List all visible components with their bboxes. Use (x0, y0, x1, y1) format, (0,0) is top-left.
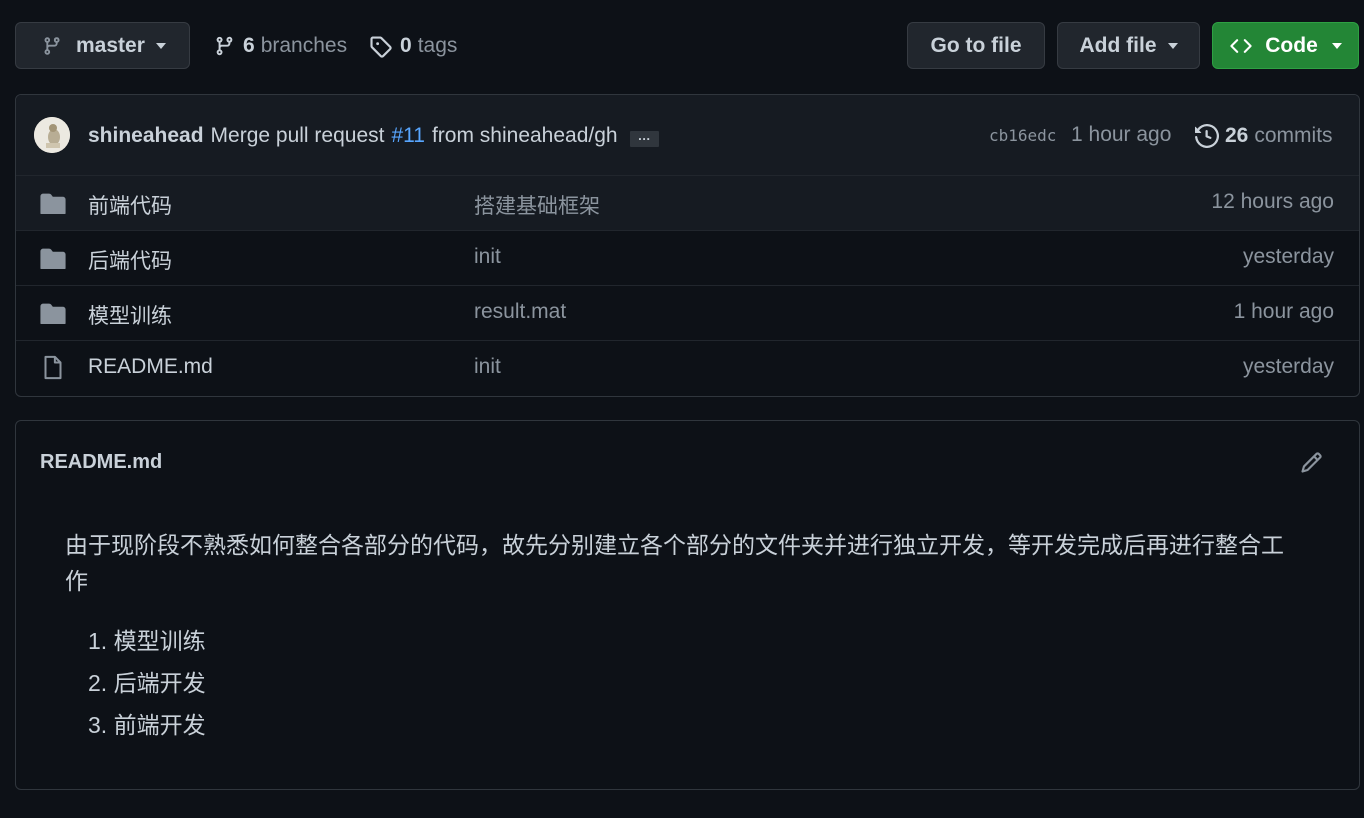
code-icon (1229, 35, 1253, 57)
file-commit-message[interactable]: init (474, 355, 501, 379)
branches-link[interactable]: 6 branches (214, 30, 347, 62)
branch-name: master (76, 33, 145, 57)
chevron-down-icon (1331, 42, 1342, 49)
readme-paragraph: 由于现阶段不熟悉如何整合各部分的代码，故先分别建立各个部分的文件夹并进行独立开发… (65, 532, 1284, 594)
commit-message-suffix[interactable]: from shineahead/gh (432, 124, 618, 148)
file-commit-time: 12 hours ago (1211, 190, 1334, 213)
history-icon (1195, 124, 1219, 148)
folder-icon (40, 192, 66, 214)
file-icon (43, 355, 63, 380)
readme-title[interactable]: README.md (40, 451, 162, 474)
file-name[interactable]: 模型训练 (88, 300, 172, 330)
latest-commit-row: shineahead Merge pull request #11 from s… (16, 95, 1359, 176)
list-item: 3. 前端开发 (88, 712, 206, 738)
commits-count: 26 (1225, 124, 1249, 147)
file-browser: shineahead Merge pull request #11 from s… (15, 94, 1360, 397)
file-commit-message[interactable]: init (474, 245, 501, 269)
file-name[interactable]: 后端代码 (88, 245, 172, 275)
file-commit-time: yesterday (1242, 355, 1334, 378)
commit-time[interactable]: 1 hour ago (1071, 123, 1171, 147)
file-commit-time: 1 hour ago (1233, 300, 1334, 323)
pull-request-link[interactable]: #11 (391, 124, 424, 148)
avatar[interactable] (34, 117, 70, 153)
file-row: 模型训练 result.mat 1 hour ago (16, 286, 1359, 341)
chevron-down-icon (1167, 42, 1178, 49)
add-file-button[interactable]: Add file (1057, 22, 1200, 69)
branches-count: 6 (243, 34, 255, 57)
readme-list: 1. 模型训练 2. 后端开发 3. 前端开发 (88, 620, 206, 746)
file-name[interactable]: 前端代码 (88, 190, 172, 220)
pencil-icon[interactable] (1300, 451, 1323, 474)
add-file-label: Add file (1079, 33, 1157, 57)
commit-summary: shineahead Merge pull request #11 from s… (88, 121, 659, 151)
repo-toolbar: master 6 branches 0 tags Go to file Add … (0, 0, 1364, 92)
file-row: README.md init yesterday (16, 341, 1359, 396)
file-commit-time: yesterday (1242, 245, 1334, 268)
commits-label: commits (1254, 124, 1333, 147)
commits-history-link[interactable]: 26 commits (1195, 121, 1333, 151)
tag-icon (369, 35, 392, 58)
list-item: 2. 后端开发 (88, 670, 206, 696)
file-row: 后端代码 init yesterday (16, 231, 1359, 286)
folder-icon (40, 247, 66, 269)
file-commit-message[interactable]: result.mat (474, 300, 566, 324)
readme-panel: README.md 由于现阶段不熟悉如何整合各部分的代码，故先分别建立各个部分的… (15, 420, 1360, 790)
branch-select-button[interactable]: master (15, 22, 190, 69)
list-item: 1. 模型训练 (88, 628, 206, 654)
chevron-down-icon (155, 42, 166, 49)
git-branch-icon (214, 34, 235, 58)
commit-message-prefix[interactable]: Merge pull request (211, 124, 385, 148)
tags-label: tags (417, 34, 458, 57)
commit-sha[interactable]: cb16edc (989, 126, 1056, 145)
code-button[interactable]: Code (1212, 22, 1359, 69)
folder-icon (40, 302, 66, 324)
expand-commit-message-button[interactable]: … (629, 129, 659, 147)
commit-author[interactable]: shineahead (88, 124, 204, 148)
tags-link[interactable]: 0 tags (369, 30, 457, 62)
code-label: Code (1265, 33, 1318, 57)
branches-label: branches (260, 34, 348, 57)
file-row: 前端代码 搭建基础框架 12 hours ago (16, 176, 1359, 231)
git-branch-icon (42, 35, 62, 57)
go-to-file-button[interactable]: Go to file (907, 22, 1045, 69)
file-commit-message[interactable]: 搭建基础框架 (474, 190, 600, 220)
file-name[interactable]: README.md (88, 355, 213, 379)
tags-count: 0 (400, 34, 412, 57)
